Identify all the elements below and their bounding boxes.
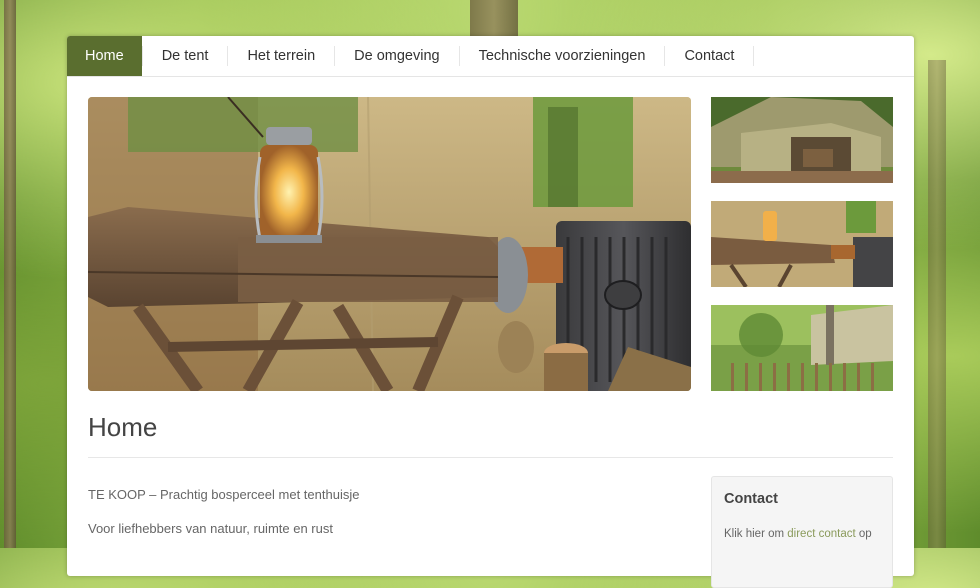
tagline-paragraph: Voor liefhebbers van natuur, ruimte en r…	[88, 521, 333, 536]
page-title: Home	[88, 412, 158, 442]
thumbnail-woodland[interactable]	[711, 305, 893, 391]
contact-widget-text: Klik hier om direct contact op	[724, 528, 872, 540]
nav-divider	[753, 46, 755, 66]
thumbnail-lantern-interior[interactable]	[711, 201, 893, 287]
direct-contact-link[interactable]: direct contact	[787, 528, 855, 540]
nav-item-technische-voorzieningen[interactable]: Technische voorzieningen	[460, 36, 665, 76]
hero-photo-illustration	[88, 97, 691, 391]
intro-paragraph: TE KOOP – Prachtig bosperceel met tenthu…	[88, 487, 360, 502]
nav-item-het-terrein[interactable]: Het terrein	[228, 36, 334, 76]
main-navigation: Home De tent Het terrein De omgeving Tec…	[67, 36, 914, 77]
contact-widget-title: Contact	[724, 491, 778, 507]
nav-item-home[interactable]: Home	[67, 36, 142, 76]
hero-photo[interactable]	[88, 97, 691, 391]
background-tree-trunk	[4, 0, 16, 548]
thumbnail-illustration	[711, 97, 893, 183]
thumbnail-tent-exterior[interactable]	[711, 97, 893, 183]
background-tree-trunk	[928, 60, 946, 548]
background-tree-trunk	[470, 0, 518, 36]
nav-item-contact[interactable]: Contact	[665, 36, 753, 76]
thumbnail-illustration	[711, 201, 893, 287]
contact-widget-text-prefix: Klik hier om	[724, 528, 788, 540]
contact-widget-text-suffix: op	[855, 528, 872, 540]
title-divider	[88, 457, 893, 458]
nav-item-de-tent[interactable]: De tent	[143, 36, 228, 76]
contact-widget: Contact Klik hier om direct contact op	[711, 476, 893, 588]
thumbnail-illustration	[711, 305, 893, 391]
page-container: Home De tent Het terrein De omgeving Tec…	[67, 36, 914, 588]
nav-item-de-omgeving[interactable]: De omgeving	[335, 36, 458, 76]
